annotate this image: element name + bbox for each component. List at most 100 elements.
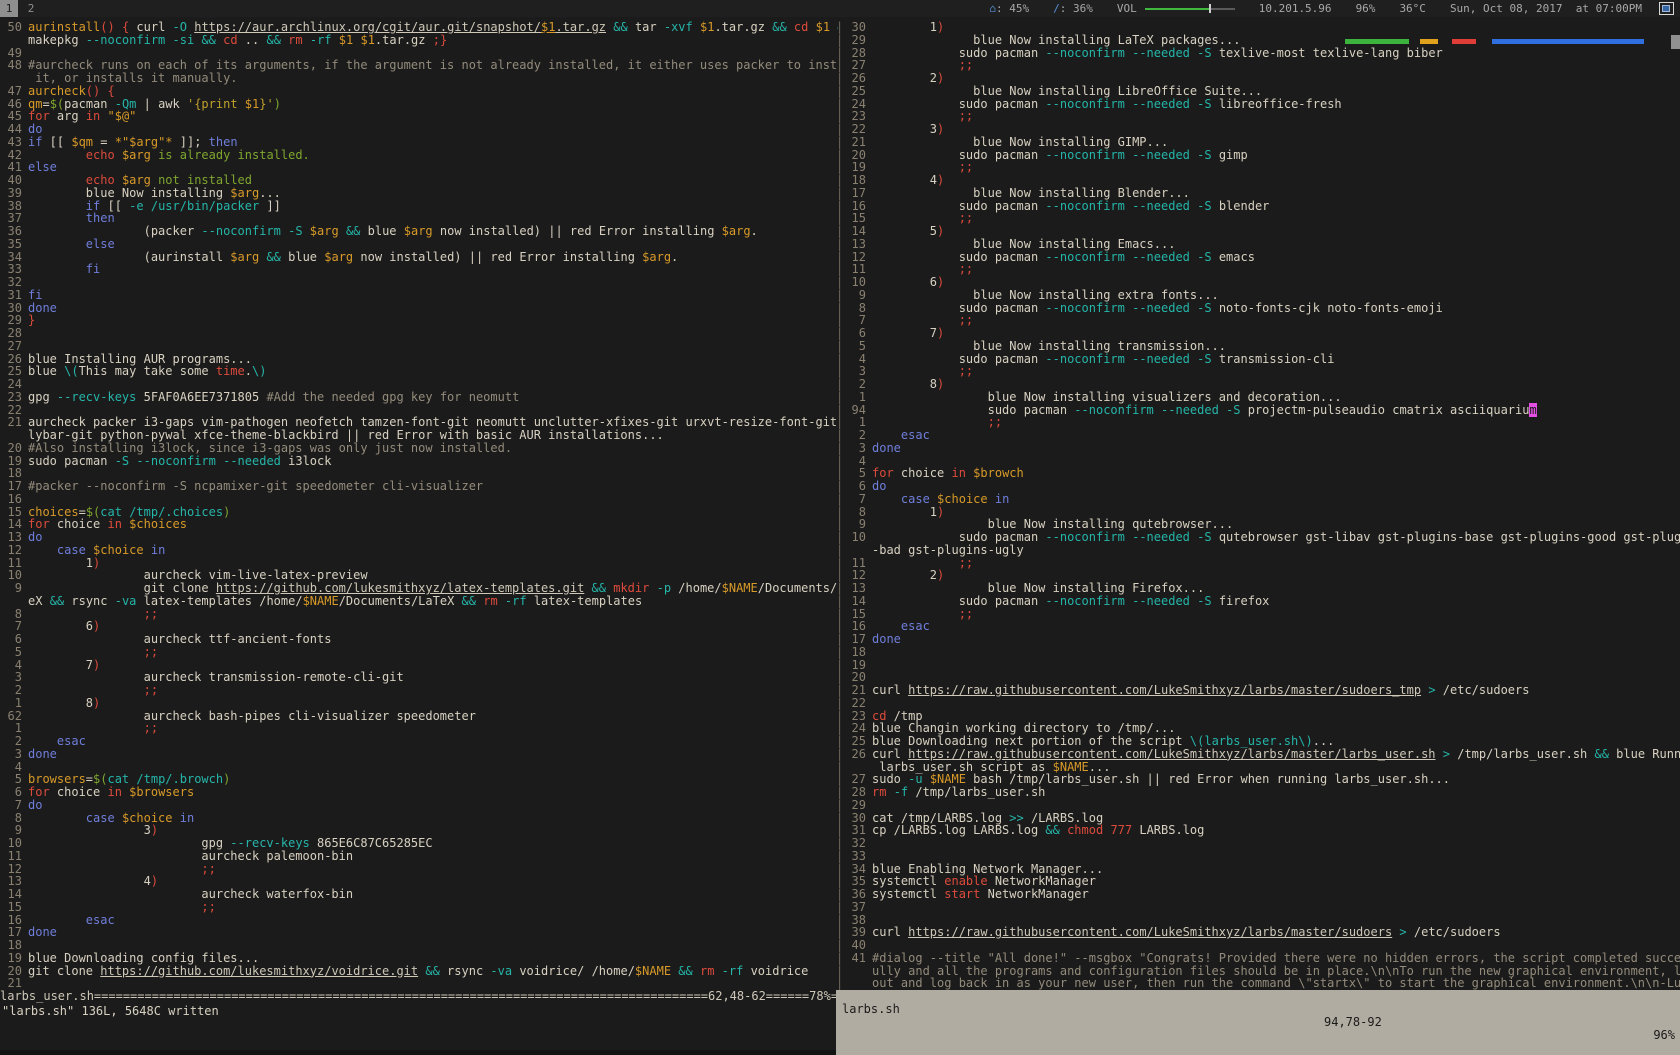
pane-separator: | <box>836 378 850 391</box>
scrollbar-thumb[interactable] <box>1671 35 1680 49</box>
datetime-readout: Sun, Oct 08, 2017 at 07:00PM <box>1450 2 1642 15</box>
line-number: 14 <box>850 225 866 238</box>
code-row: 3 done <box>0 748 838 761</box>
code-row: |7 ;; <box>836 314 1680 327</box>
line-number: 17 <box>850 633 866 646</box>
line-number: 21 <box>850 136 866 149</box>
line-number: 26 <box>850 72 866 85</box>
statusline-percent: 96% <box>1653 1029 1675 1042</box>
code-row: 21 <box>0 977 838 990</box>
pane-separator: | <box>836 276 850 289</box>
code-text: done <box>872 632 901 646</box>
code-text: echo $arg is already installed. <box>28 148 310 162</box>
meter-bar-yellow <box>1420 39 1438 44</box>
pane-separator: | <box>836 888 850 901</box>
line-number: 19 <box>0 952 22 965</box>
code-text: fi <box>28 262 100 276</box>
code-text: curl https://raw.githubusercontent.com/L… <box>872 925 1501 939</box>
code-row: 42 echo $arg is already installed. <box>0 149 838 162</box>
pane-separator: | <box>836 123 850 136</box>
pane-separator: | <box>836 786 850 799</box>
volume-control[interactable]: VOL <box>1117 2 1235 15</box>
code-row: |out and log back in as your new user, t… <box>836 977 1680 990</box>
code-text: done <box>28 747 57 761</box>
systray-display-icon-screen <box>1662 5 1670 12</box>
code-row: 2 esac <box>0 735 838 748</box>
line-number: 25 <box>850 85 866 98</box>
line-number: 2 <box>850 429 866 442</box>
line-number: 32 <box>850 837 866 850</box>
pane-separator: | <box>836 977 850 990</box>
code-row: 20git clone https://github.com/lukesmith… <box>0 965 838 978</box>
vim-statusline: larbs_user.sh===========================… <box>0 990 1680 1003</box>
code-row: 17#packer --noconfirm -S ncpamixer-git s… <box>0 480 838 493</box>
code-row: |36systemctl start NetworkManager <box>836 888 1680 901</box>
code-text: rm -f /tmp/larbs_user.sh <box>872 785 1045 799</box>
volume-slider-fill[interactable] <box>1145 8 1209 10</box>
pane-separator: | <box>836 582 850 595</box>
statusline-active-right: larbs.sh 94,78-92 96% <box>836 990 1680 1055</box>
pane-separator: | <box>836 939 850 952</box>
vim-pane-left-larbs-user-sh[interactable]: 50aurinstall() { curl -O https://aur.arc… <box>0 21 838 990</box>
systray-display-icon[interactable] <box>1659 2 1674 15</box>
code-row: |17done <box>836 633 1680 646</box>
terminal-window[interactable]: 50aurinstall() { curl -O https://aur.arc… <box>0 17 1680 1050</box>
code-row: |5for choice in $browch <box>836 467 1680 480</box>
line-number: 6 <box>850 327 866 340</box>
volume-label: VOL <box>1117 2 1137 15</box>
line-number: 5 <box>0 646 22 659</box>
line-number: 22 <box>850 123 866 136</box>
line-number: 3 <box>0 748 22 761</box>
workspace-tag-1[interactable]: 1 <box>0 0 18 17</box>
volume-slider-track[interactable] <box>1211 8 1235 10</box>
code-row: 6for choice in $browsers <box>0 786 838 799</box>
line-number: 43 <box>0 136 22 149</box>
line-number: 41 <box>850 952 866 965</box>
code-row: 30done <box>0 302 838 315</box>
pane-separator: | <box>836 174 850 187</box>
statusline-ruler: 94,78-92 <box>1324 1016 1382 1029</box>
code-row: |37 <box>836 901 1680 914</box>
code-row: |11 ;; <box>836 263 1680 276</box>
line-number: 14 <box>0 888 22 901</box>
disk-home-readout: ⌂: 45% <box>989 2 1029 15</box>
pane-separator: | <box>836 34 850 47</box>
workspace-tag-2[interactable]: 2 <box>24 0 38 17</box>
line-number: 13 <box>850 582 866 595</box>
pane-separator: | <box>836 901 850 914</box>
code-row: |23 ;; <box>836 110 1680 123</box>
pane-separator: | <box>836 238 850 251</box>
line-number: 15 <box>0 901 22 914</box>
disk-root-readout: /: 36% <box>1053 2 1093 15</box>
code-row: |7 case $choice in <box>836 493 1680 506</box>
line-number: 40 <box>0 174 22 187</box>
line-number: 47 <box>0 85 22 98</box>
code-row: it, or installs it manually. <box>0 72 838 85</box>
line-number: 1 <box>0 697 22 710</box>
line-number: 5 <box>850 340 866 353</box>
line-number: 18 <box>850 174 866 187</box>
code-row: 36 (packer --noconfirm -S $arg && blue $… <box>0 225 838 238</box>
code-row: 15 ;; <box>0 901 838 914</box>
code-row: |3 ;; <box>836 365 1680 378</box>
battery-readout: 96% <box>1356 2 1376 15</box>
line-number: 26 <box>850 748 866 761</box>
code-row: 2 ;; <box>0 684 838 697</box>
code-row: 28 <box>0 327 838 340</box>
code-row: 32 <box>0 276 838 289</box>
code-row: 25blue \(This may take some time.\) <box>0 365 838 378</box>
code-text: sudo pacman -S --noconfirm --needed i3lo… <box>28 454 331 468</box>
code-row: |18 <box>836 646 1680 659</box>
vim-command-line-message: "larbs.sh" 136L, 5648C written <box>2 1004 219 1018</box>
code-row: 34 (aurinstall $arg && blue $arg now ins… <box>0 251 838 264</box>
line-number: 36 <box>850 888 866 901</box>
pane-separator: | <box>836 340 850 353</box>
line-number: 23 <box>0 391 22 404</box>
code-text: (aurinstall $arg && blue $arg now instal… <box>28 250 678 264</box>
line-number: 10 <box>850 276 866 289</box>
code-row: 38 if [[ -e /usr/bin/packer ]] <box>0 200 838 213</box>
line-number: 44 <box>0 123 22 136</box>
pane-separator: | <box>836 684 850 697</box>
vim-pane-right-larbs-sh[interactable]: |30 1)|29 blue Now installing LaTeX pack… <box>836 21 1680 990</box>
line-number: 6 <box>0 633 22 646</box>
